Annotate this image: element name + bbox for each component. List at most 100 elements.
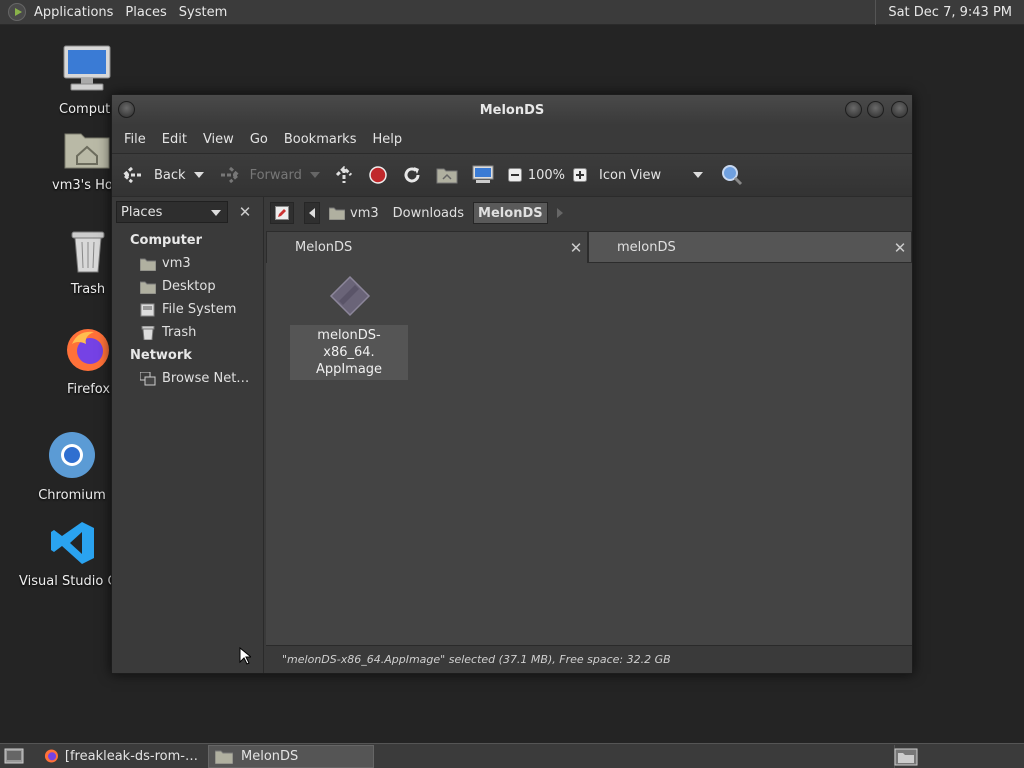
file-name-label: melonDS-x86_64. AppImage xyxy=(290,325,408,380)
path-back-arrow[interactable] xyxy=(304,202,320,224)
sidebar-item-label: File System xyxy=(162,302,237,317)
home-button[interactable] xyxy=(436,166,458,184)
tab-melonds-2[interactable]: melonDS ✕ xyxy=(588,231,912,263)
breadcrumb-vm3[interactable]: vm3 xyxy=(324,202,384,224)
maximize-button[interactable] xyxy=(867,101,884,118)
trash-icon xyxy=(71,231,105,273)
sidebar-item-label: Trash xyxy=(162,325,197,340)
executable-file-icon xyxy=(329,275,371,317)
computer-icon xyxy=(472,165,494,183)
sidebar-header: Places ✕ xyxy=(112,197,263,227)
show-desktop-button[interactable] xyxy=(0,745,28,768)
back-history-dropdown-icon[interactable] xyxy=(193,172,204,178)
taskbar-item-firefox[interactable]: [freakleak-ds-rom-… xyxy=(38,745,204,768)
distro-logo-icon[interactable] xyxy=(8,3,26,21)
reload-button[interactable] xyxy=(402,165,422,185)
zoom-out-button[interactable] xyxy=(507,168,522,182)
breadcrumb-label: Downloads xyxy=(392,205,465,221)
back-arrow-icon xyxy=(122,166,141,184)
sidebar-item-file-system[interactable]: File System xyxy=(112,298,263,321)
toolbar: Back Forward 100% Icon View xyxy=(112,153,912,197)
menu-view[interactable]: View xyxy=(195,132,242,147)
chevron-right-icon xyxy=(556,208,563,218)
window-titlebar[interactable]: MelonDS xyxy=(112,95,912,125)
desktop-icon-label: Computer xyxy=(59,102,115,117)
tab-bar: MelonDS ✕ melonDS ✕ xyxy=(266,229,912,263)
file-manager-window: MelonDS File Edit View Go Bookmarks Help… xyxy=(111,94,913,674)
edit-location-button[interactable] xyxy=(270,202,294,224)
reload-icon xyxy=(404,167,420,183)
tab-label: MelonDS xyxy=(295,240,353,255)
close-button[interactable] xyxy=(891,101,908,118)
sidebar-item-trash[interactable]: Trash xyxy=(112,321,263,344)
forward-button[interactable]: Forward xyxy=(218,166,320,184)
clock[interactable]: Sat Dec 7, 9:43 PM xyxy=(875,0,1024,25)
back-label: Back xyxy=(154,167,186,183)
view-mode-label: Icon View xyxy=(599,167,662,183)
forward-history-dropdown-icon[interactable] xyxy=(309,172,320,178)
breadcrumb-label: vm3 xyxy=(350,205,379,221)
system-menu[interactable]: System xyxy=(173,0,233,25)
menu-go[interactable]: Go xyxy=(242,132,276,147)
close-sidebar-icon[interactable]: ✕ xyxy=(236,203,254,221)
sidebar: Places ✕ Computer vm3 Desktop File Syste… xyxy=(112,197,264,673)
close-tab-icon[interactable]: ✕ xyxy=(891,239,909,257)
zoom-out-icon xyxy=(507,168,522,182)
sidebar-item-vm3[interactable]: vm3 xyxy=(112,252,263,275)
up-arrow-icon xyxy=(335,165,352,183)
forward-label: Forward xyxy=(249,167,302,183)
search-button[interactable] xyxy=(721,164,743,186)
menu-bookmarks[interactable]: Bookmarks xyxy=(276,132,365,147)
breadcrumb-melonds[interactable]: MelonDS xyxy=(473,202,548,224)
desktop-folder-icon xyxy=(140,281,156,294)
firefox-icon xyxy=(44,749,58,763)
zoom-level[interactable]: 100% xyxy=(528,168,565,183)
home-folder-icon xyxy=(140,258,156,271)
places-menu[interactable]: Places xyxy=(119,0,172,25)
up-button[interactable] xyxy=(334,165,354,185)
desktop-icon-label: Visual Studio Code xyxy=(19,574,125,589)
applications-menu[interactable]: Applications xyxy=(28,0,119,25)
sidebar-item-browse-network[interactable]: Browse Net… xyxy=(112,367,263,390)
main-pane: vm3 Downloads MelonDS MelonDS ✕ melonDS … xyxy=(266,197,912,673)
menu-help[interactable]: Help xyxy=(364,132,410,147)
menu-edit[interactable]: Edit xyxy=(154,132,195,147)
icon-view[interactable]: melonDS-x86_64. AppImage xyxy=(266,263,912,643)
sidebar-mode-label: Places xyxy=(121,204,163,220)
show-desktop-icon xyxy=(4,748,24,764)
status-bar: "melonDS-x86_64.AppImage" selected (37.1… xyxy=(266,645,912,673)
computer-button[interactable] xyxy=(472,165,494,185)
file-item[interactable]: melonDS-x86_64. AppImage xyxy=(290,275,410,380)
chromium-icon xyxy=(49,432,95,478)
menu-file[interactable]: File xyxy=(116,132,154,147)
breadcrumb-downloads[interactable]: Downloads xyxy=(388,202,469,224)
home-folder-icon xyxy=(436,168,458,184)
workspace-thumbnail[interactable] xyxy=(888,745,924,768)
view-mode-select[interactable]: Icon View xyxy=(599,167,704,183)
home-folder-icon xyxy=(64,133,110,169)
sidebar-mode-select[interactable]: Places xyxy=(116,201,228,223)
sidebar-item-label: Browse Net… xyxy=(162,371,250,386)
zoom-in-button[interactable] xyxy=(573,168,588,182)
close-tab-icon[interactable]: ✕ xyxy=(567,239,585,257)
computer-icon xyxy=(63,45,111,91)
window-title: MelonDS xyxy=(479,102,545,118)
sidebar-item-desktop[interactable]: Desktop xyxy=(112,275,263,298)
trash-icon xyxy=(141,325,155,340)
chevron-left-icon xyxy=(309,208,315,218)
top-panel: Applications Places System Sat Dec 7, 9:… xyxy=(0,0,1024,25)
path-forward-arrow[interactable] xyxy=(552,202,568,224)
minimize-button[interactable] xyxy=(845,101,862,118)
stop-button[interactable] xyxy=(368,165,388,185)
breadcrumb-label: MelonDS xyxy=(478,205,543,221)
home-folder-icon xyxy=(329,207,345,220)
window-menu-button[interactable] xyxy=(118,101,135,118)
taskbar-item-melonds[interactable]: MelonDS xyxy=(208,744,374,768)
drive-icon xyxy=(140,303,155,316)
back-button[interactable]: Back xyxy=(122,166,204,184)
network-icon xyxy=(140,371,156,385)
tab-melonds[interactable]: MelonDS ✕ xyxy=(266,231,588,263)
vscode-icon xyxy=(51,522,94,564)
chevron-down-icon xyxy=(693,172,704,178)
tab-label: melonDS xyxy=(617,239,676,255)
